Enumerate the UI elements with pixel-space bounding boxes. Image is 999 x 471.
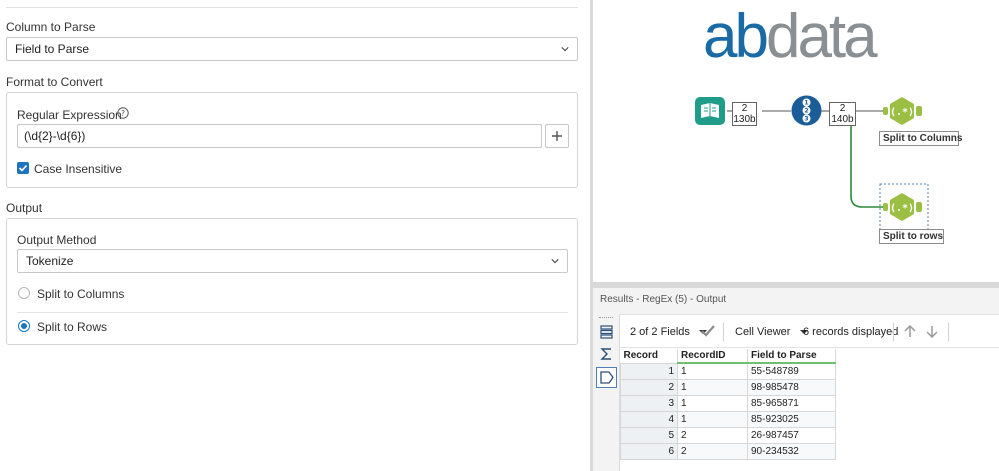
- configuration-panel: Column to Parse Field to Parse Format to…: [0, 0, 590, 471]
- check-icon: [18, 164, 28, 172]
- arrow-down-icon[interactable]: [926, 325, 938, 338]
- input-data-tool-icon[interactable]: [694, 96, 726, 126]
- column-to-parse-title: Column to Parse: [6, 20, 96, 34]
- tag-icon: [600, 371, 614, 384]
- svg-text:3: 3: [804, 116, 808, 123]
- results-title: Results - RegEx (5) - Output: [600, 294, 727, 305]
- regex-input[interactable]: [17, 124, 542, 148]
- svg-text:?: ?: [121, 109, 125, 118]
- column-to-parse-value: Field to Parse: [15, 42, 90, 56]
- cell-viewer-dropdown[interactable]: Cell Viewer: [735, 326, 808, 338]
- sigma-icon[interactable]: [600, 347, 613, 361]
- split-to-columns-radio[interactable]: [18, 287, 30, 299]
- results-side-strip: [593, 314, 620, 471]
- table-row[interactable]: 4 1 85-923025: [620, 410, 836, 428]
- records-displayed: 6 records displayed: [803, 326, 899, 338]
- output-group: Output Method Tokenize Split to Columns …: [6, 218, 578, 345]
- results-grid[interactable]: Record RecordID Field to Parse 1 1 55-54…: [620, 348, 999, 471]
- arrow-up-icon[interactable]: [904, 325, 916, 338]
- output-method-select[interactable]: Tokenize: [17, 249, 568, 273]
- output-title: Output: [6, 201, 43, 215]
- svg-text:(.*): (.*): [890, 203, 914, 214]
- column-header-recordid[interactable]: RecordID: [677, 349, 748, 364]
- results-panel: Results - RegEx (5) - Output 2 of 2 Fiel…: [593, 288, 999, 471]
- case-insensitive-label[interactable]: Case Insensitive: [34, 162, 122, 176]
- chevron-down-icon: [551, 259, 559, 264]
- recordid-record-count: 2 140b: [829, 102, 856, 126]
- table-row[interactable]: 2 1 98-985478: [620, 378, 836, 396]
- split-to-columns-label[interactable]: Split to Columns: [37, 287, 124, 301]
- help-icon[interactable]: ?: [117, 107, 129, 119]
- case-insensitive-checkbox[interactable]: [17, 162, 29, 174]
- add-token-button[interactable]: [545, 124, 569, 148]
- fields-summary: 2 of 2 Fields: [630, 326, 690, 338]
- split-to-rows-label[interactable]: Split to Rows: [37, 320, 107, 334]
- svg-text:1: 1: [804, 100, 808, 107]
- plus-icon: [552, 131, 562, 141]
- option-divider: [17, 312, 568, 313]
- workflow-canvas[interactable]: abdata 2 130b 1 2 3 2 140b (.*) Split to…: [593, 0, 999, 282]
- regex-tool-split-columns-icon[interactable]: (.*): [883, 96, 929, 126]
- regex-tool-split-rows-icon[interactable]: (.*): [883, 192, 929, 222]
- metadata-view-tab[interactable]: [596, 367, 617, 388]
- record-id-tool-icon[interactable]: 1 2 3: [791, 95, 822, 126]
- split-to-rows-radio[interactable]: [18, 320, 30, 332]
- chevron-down-icon: [561, 47, 569, 52]
- checkmark-icon[interactable]: [701, 325, 715, 337]
- input-record-count: 2 130b: [732, 102, 757, 126]
- format-to-convert-title: Format to Convert: [6, 75, 103, 89]
- output-method-label: Output Method: [17, 233, 97, 247]
- results-toolbar: 2 of 2 Fields Cell Viewer 6 records disp…: [593, 314, 999, 348]
- table-row[interactable]: 6 2 90-234532: [620, 442, 836, 460]
- column-header-field-to-parse[interactable]: Field to Parse: [747, 349, 836, 364]
- results-table: Record RecordID Field to Parse 1 1 55-54…: [620, 349, 836, 460]
- table-row[interactable]: 5 2 26-987457: [620, 426, 836, 444]
- column-header-record[interactable]: Record: [620, 349, 678, 363]
- grip-icon[interactable]: [599, 317, 613, 318]
- split-columns-label[interactable]: Split to Columns: [879, 131, 962, 146]
- table-row[interactable]: 3 1 85-965871: [620, 394, 836, 412]
- fields-dropdown[interactable]: 2 of 2 Fields: [630, 326, 707, 338]
- split-rows-label[interactable]: Split to rows: [879, 229, 944, 244]
- table-view-icon[interactable]: [600, 325, 613, 339]
- regex-label: Regular Expression: [17, 108, 122, 122]
- cell-viewer-label: Cell Viewer: [735, 326, 791, 338]
- top-divider: [6, 7, 578, 8]
- svg-text:2: 2: [804, 108, 808, 115]
- format-group: Regular Expression ? Case Insensitive: [6, 92, 578, 188]
- column-to-parse-select[interactable]: Field to Parse: [6, 37, 578, 61]
- output-method-value: Tokenize: [26, 254, 74, 268]
- table-row[interactable]: 1 1 55-548789: [620, 362, 836, 380]
- svg-text:(.*): (.*): [890, 107, 914, 118]
